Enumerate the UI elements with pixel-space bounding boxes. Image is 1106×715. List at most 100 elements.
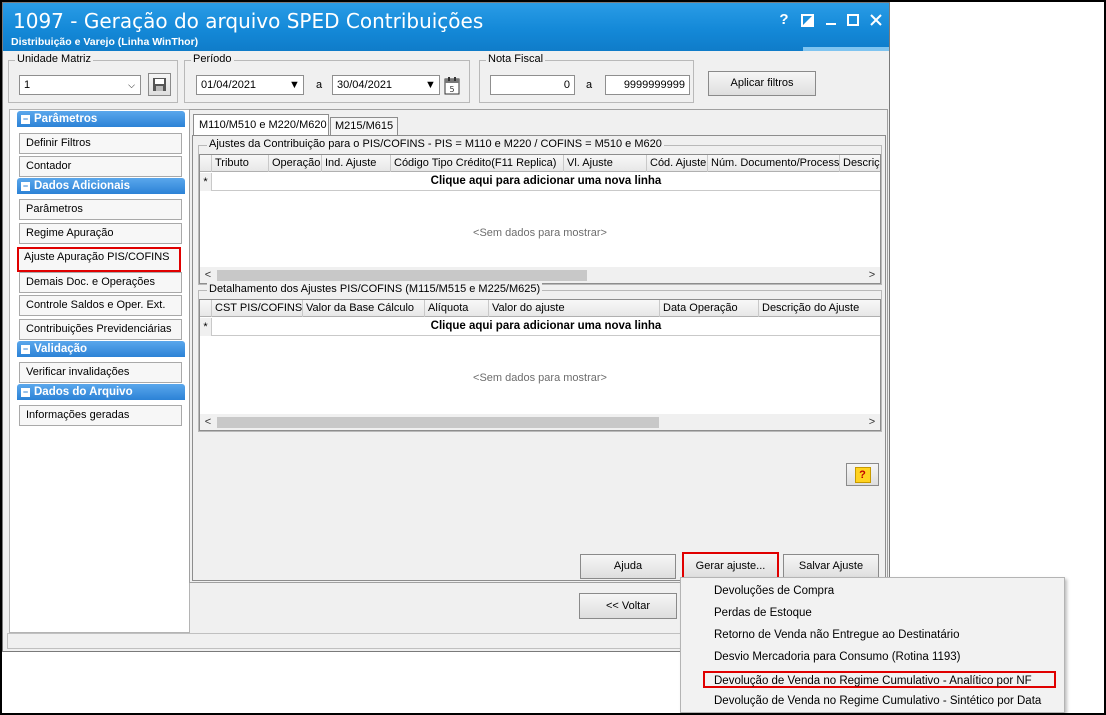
apply-filters-button[interactable]: Aplicar filtros [708,71,816,96]
tab-m215[interactable]: M215/M615 [330,117,398,135]
grid1-corner [200,155,212,172]
grid2-add-row[interactable]: Clique aqui para adicionar uma nova linh… [212,318,880,336]
sidebar-item-demais-doc[interactable]: Demais Doc. e Operações [19,272,182,293]
scroll-right-icon[interactable]: > [864,267,880,283]
periodo-end-value: 30/04/2021 [337,79,393,91]
scroll-right-icon[interactable]: > [864,414,880,430]
gerar-ajuste-button[interactable]: Gerar ajuste... [682,552,779,580]
voltar-button[interactable]: << Voltar [579,593,677,619]
periodo-label: Período [191,53,234,65]
help-button[interactable]: ? [846,463,879,486]
sidebar-group-parametros[interactable]: − Parâmetros [17,111,185,127]
collapse-icon[interactable]: − [21,345,30,354]
grid2-group: Detalhamento dos Ajustes PIS/COFINS (M11… [198,283,882,432]
sidebar-group-dados-adicionais[interactable]: − Dados Adicionais [17,178,185,194]
save-icon[interactable] [148,73,171,96]
nota-start-field[interactable]: 0 [490,75,575,95]
grid2-title: Detalhamento dos Ajustes PIS/COFINS (M11… [207,283,543,295]
collapse-icon[interactable]: − [21,388,30,397]
sidebar-item-parametros[interactable]: Parâmetros [19,199,182,220]
grid2-col-cst[interactable]: CST PIS/COFINS [212,300,303,317]
grid2-col-aliquota[interactable]: Alíquota [425,300,489,317]
dropdown-arrow-icon[interactable]: ▼ [287,77,302,93]
periodo-start-field[interactable]: 01/04/2021 ▼ [196,75,304,95]
close-icon[interactable] [866,11,886,29]
svg-text:5: 5 [449,85,454,94]
nota-group: Nota Fiscal 0 a 9999999999 [479,53,694,103]
sidebar-item-regime-apuracao[interactable]: Regime Apuração [19,223,182,244]
grid1-col-descricao[interactable]: Descriçã [840,155,880,172]
grid2: CST PIS/COFINS Valor da Base Cálculo Alí… [199,299,881,431]
grid1-col-codigo[interactable]: Código Tipo Crédito(F11 Replica) [391,155,564,172]
window-subtitle: Distribuição e Varejo (Linha WinThor) [11,36,199,48]
grid2-header: CST PIS/COFINS Valor da Base Cálculo Alí… [200,300,880,317]
dropdown-arrow-icon[interactable]: ▼ [423,77,438,93]
tab-m110[interactable]: M110/M510 e M220/M620 [193,114,329,135]
scroll-left-icon[interactable]: < [200,267,216,283]
help-icon[interactable]: ? [774,11,794,29]
nota-end-field[interactable]: 9999999999 [605,75,690,95]
periodo-group: Período 01/04/2021 ▼ a 30/04/2021 ▼ 5 [184,53,470,103]
new-row-star-icon: * [200,318,212,336]
grid2-col-base[interactable]: Valor da Base Cálculo [303,300,425,317]
grid1-add-row[interactable]: Clique aqui para adicionar uma nova linh… [212,173,880,191]
unidade-select[interactable]: 1 ⌵ [19,75,141,95]
group-title: Validação [34,343,88,355]
grid1-scrollbar[interactable]: < > [200,267,880,283]
unidade-label: Unidade Matriz [15,53,93,65]
nota-separator: a [586,79,593,91]
grid1-col-operacao[interactable]: Operação [269,155,322,172]
periodo-separator: a [316,79,323,91]
minimize-icon[interactable] [821,11,841,29]
grid2-scrollbar[interactable]: < > [200,414,880,430]
gerar-ajuste-menu: Devoluções de Compra Perdas de Estoque R… [680,577,1065,713]
grid1-group: Ajustes da Contribuição para o PIS/COFIN… [198,138,882,285]
grid1-col-ind-ajuste[interactable]: Ind. Ajuste [322,155,391,172]
grid1-col-cod-ajuste[interactable]: Cód. Ajuste [647,155,708,172]
menu-item-devolucoes-compra[interactable]: Devoluções de Compra [714,581,834,601]
sidebar-item-contribuicoes[interactable]: Contribuições Previdenciárias [19,319,182,340]
collapse-icon[interactable]: − [21,115,30,124]
title-bar: 1097 - Geração do arquivo SPED Contribui… [3,3,889,51]
scroll-left-icon[interactable]: < [200,414,216,430]
sidebar-group-validacao[interactable]: − Validação [17,341,185,357]
maximize-icon[interactable] [843,11,863,29]
main-window: 1097 - Geração do arquivo SPED Contribui… [2,2,890,652]
sidebar-item-definir-filtros[interactable]: Definir Filtros [19,133,182,154]
menu-item-devolucao-analitico[interactable]: Devolução de Venda no Regime Cumulativo … [703,671,1056,688]
grid1-col-num-doc[interactable]: Núm. Documento/Processo [708,155,840,172]
sidebar-item-verificar[interactable]: Verificar invalidações [19,362,182,383]
sidebar-group-dados-arquivo[interactable]: − Dados do Arquivo [17,384,185,400]
grid1-col-vl-ajuste[interactable]: Vl. Ajuste [564,155,647,172]
scroll-thumb[interactable] [217,270,587,281]
grid1-col-tributo[interactable]: Tributo [212,155,269,172]
unidade-group: Unidade Matriz 1 ⌵ [8,53,178,103]
restore-icon[interactable] [797,11,817,29]
grid2-corner [200,300,212,317]
group-title: Dados do Arquivo [34,386,133,398]
calendar-icon[interactable]: 5 [444,76,460,95]
apply-filters-label: Aplicar filtros [730,77,794,89]
menu-item-desvio-mercadoria[interactable]: Desvio Mercadoria para Consumo (Rotina 1… [714,647,961,667]
sidebar-item-controle-saldos[interactable]: Controle Saldos e Oper. Ext. [19,295,182,316]
group-title: Dados Adicionais [34,180,131,192]
help-question-icon: ? [854,467,871,483]
sidebar-item-contador[interactable]: Contador [19,156,182,177]
ajuda-button[interactable]: Ajuda [580,554,676,579]
grid2-col-descricao[interactable]: Descrição do Ajuste [759,300,880,317]
nota-label: Nota Fiscal [486,53,546,65]
main-panel: M110/M510 e M220/M620 M215/M615 Ajustes … [189,109,888,583]
scroll-thumb[interactable] [217,417,659,428]
menu-item-retorno-venda[interactable]: Retorno de Venda não Entregue ao Destina… [714,625,960,645]
chevron-down-icon[interactable]: ⌵ [124,77,139,93]
salvar-ajuste-button[interactable]: Salvar Ajuste [783,554,879,579]
sidebar-item-ajuste-apuracao[interactable]: Ajuste Apuração PIS/COFINS [17,247,181,272]
menu-item-devolucao-sintetico[interactable]: Devolução de Venda no Regime Cumulativo … [714,691,1041,711]
grid1-header: Tributo Operação Ind. Ajuste Código Tipo… [200,155,880,172]
grid2-col-data[interactable]: Data Operação [660,300,759,317]
menu-item-perdas-estoque[interactable]: Perdas de Estoque [714,603,812,623]
periodo-end-field[interactable]: 30/04/2021 ▼ [332,75,440,95]
grid2-col-valor[interactable]: Valor do ajuste [489,300,660,317]
sidebar-item-informacoes[interactable]: Informações geradas [19,405,182,426]
collapse-icon[interactable]: − [21,182,30,191]
